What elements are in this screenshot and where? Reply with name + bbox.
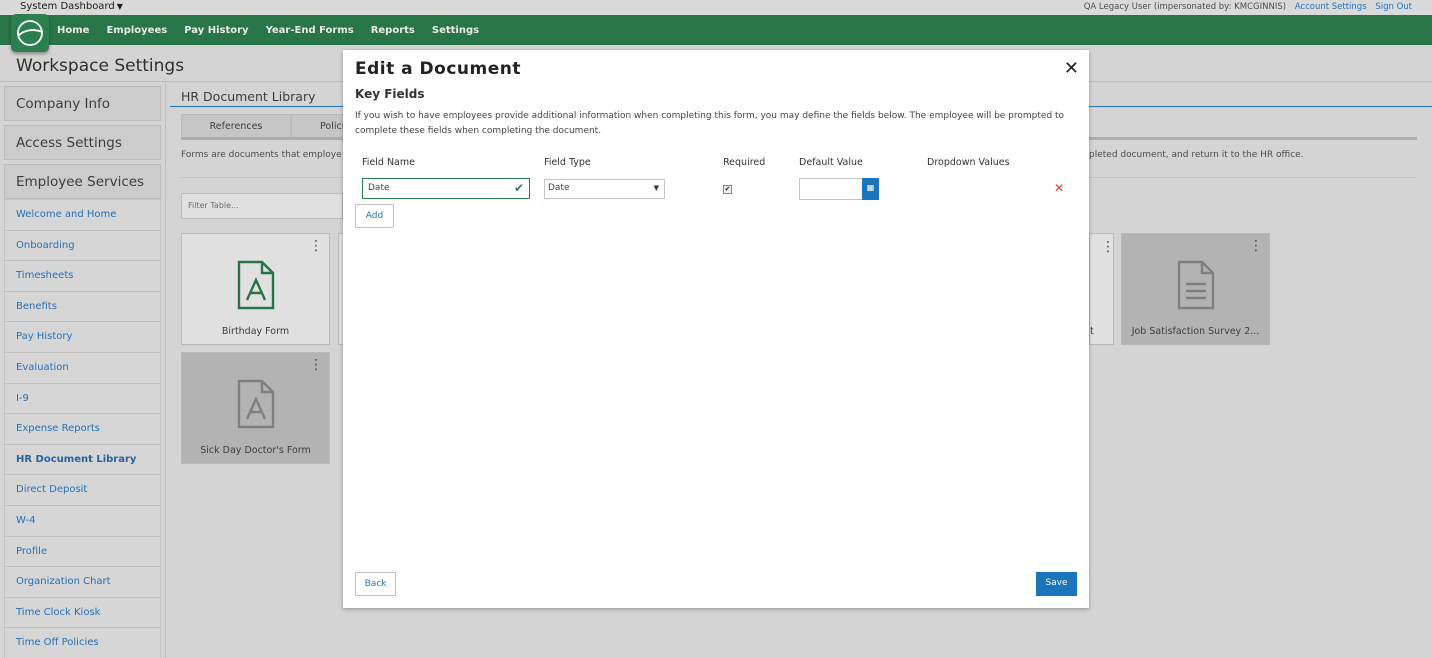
field-name-value: Date [368,183,390,193]
caret-down-icon: ▼ [653,184,659,192]
checkmark-icon: ✔ [513,181,524,195]
column-header-default-value: Default Value [799,157,863,168]
field-name-input[interactable]: Date ✔ [362,178,530,199]
key-fields-help-text: If you wish to have employees provide ad… [355,111,1065,136]
back-button[interactable]: Back [355,572,396,596]
close-icon[interactable]: ✕ [1064,60,1079,78]
column-header-dropdown-values: Dropdown Values [927,157,1010,168]
default-value-input[interactable] [799,178,863,200]
calendar-icon[interactable]: ▦ [862,178,879,200]
add-field-button[interactable]: Add [355,204,394,228]
edit-document-modal: Edit a Document ✕ Key Fields If you wish… [343,50,1089,608]
logo-icon[interactable] [11,14,49,52]
save-button[interactable]: Save [1036,572,1077,596]
column-header-required: Required [723,157,766,168]
modal-title: Edit a Document [355,59,521,79]
key-fields-heading: Key Fields [355,87,425,101]
remove-field-icon[interactable]: ✕ [1054,181,1064,195]
required-checkbox[interactable]: ✔ [723,185,732,194]
column-header-field-name: Field Name [362,157,415,168]
field-type-select[interactable]: Date ▼ [544,179,665,199]
column-header-field-type: Field Type [544,157,591,168]
field-type-value: Date [548,183,570,193]
